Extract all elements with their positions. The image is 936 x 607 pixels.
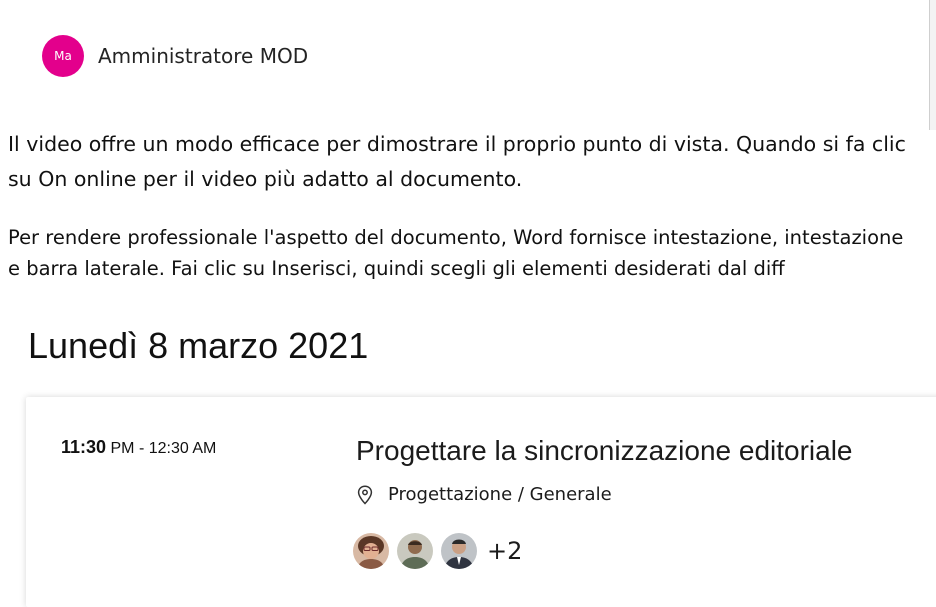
event-time: 11:30 PM - 12:30 AM <box>61 437 216 458</box>
event-start-time: 11:30 <box>61 437 107 457</box>
event-location: Progettazione / Generale <box>356 484 612 505</box>
attendee-avatar[interactable] <box>397 533 433 569</box>
attendee-avatar[interactable] <box>441 533 477 569</box>
author-initials: Ma <box>54 49 72 63</box>
post-paragraph-1: Il video offre un modo efficace per dimo… <box>8 132 906 191</box>
event-title[interactable]: Progettare la sincronizzazione editorial… <box>356 435 853 467</box>
attendee-avatar[interactable] <box>353 533 389 569</box>
event-start-suffix: PM - <box>110 440 145 457</box>
post-paragraph-2: Per rendere professionale l'aspetto del … <box>8 226 904 280</box>
event-location-label: Progettazione / Generale <box>388 484 612 505</box>
post-author[interactable]: Ma Amministratore MOD <box>42 35 308 77</box>
agenda-day-heading: Lunedì 8 marzo 2021 <box>28 325 369 366</box>
event-card[interactable]: 11:30 PM - 12:30 AM Progettare la sincro… <box>26 397 936 607</box>
page: Ma Amministratore MOD Il video offre un … <box>0 0 936 607</box>
event-attendees[interactable]: +2 <box>353 533 522 569</box>
author-name[interactable]: Amministratore MOD <box>98 44 308 68</box>
location-pin-icon <box>357 484 373 505</box>
event-end-time: 12:30 AM <box>148 440 217 457</box>
author-avatar[interactable]: Ma <box>42 35 84 77</box>
side-panel-edge <box>929 0 936 130</box>
more-attendees-count[interactable]: +2 <box>487 537 522 565</box>
